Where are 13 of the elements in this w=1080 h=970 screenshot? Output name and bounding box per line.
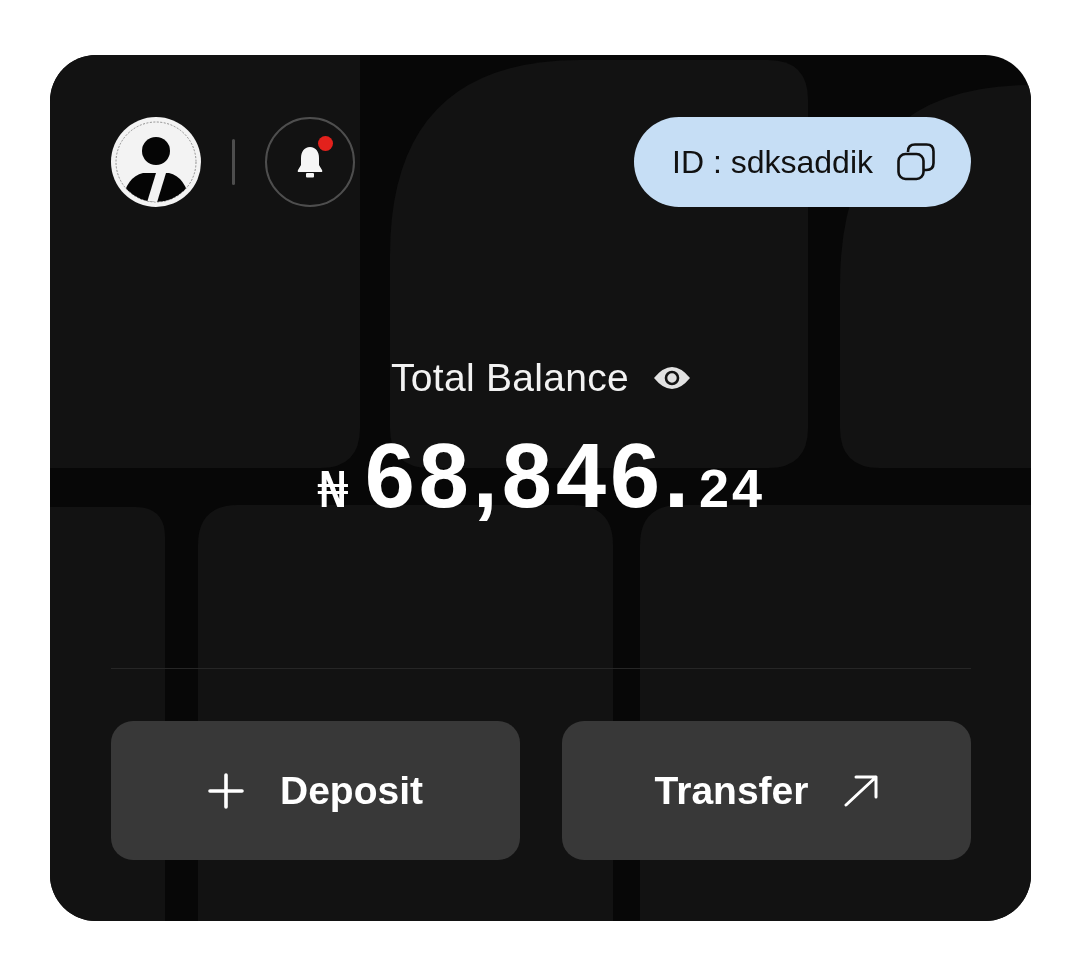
arrow-up-right-icon [844, 774, 879, 807]
balance-cents: 24 [699, 461, 766, 515]
eye-icon[interactable] [653, 364, 692, 392]
balance-label: Total Balance [390, 355, 630, 401]
plus-icon [208, 772, 244, 809]
copy-icon [897, 143, 935, 181]
deposit-button[interactable]: Deposit [111, 721, 520, 860]
user-id-copy-button[interactable]: ID : sdksaddik [634, 117, 971, 207]
transfer-button[interactable]: Transfer [562, 721, 971, 860]
bell-icon [297, 146, 323, 178]
balance-amount: 68,846. [364, 431, 693, 521]
currency-symbol: ₦ [316, 465, 349, 515]
avatar-icon[interactable] [111, 117, 201, 207]
